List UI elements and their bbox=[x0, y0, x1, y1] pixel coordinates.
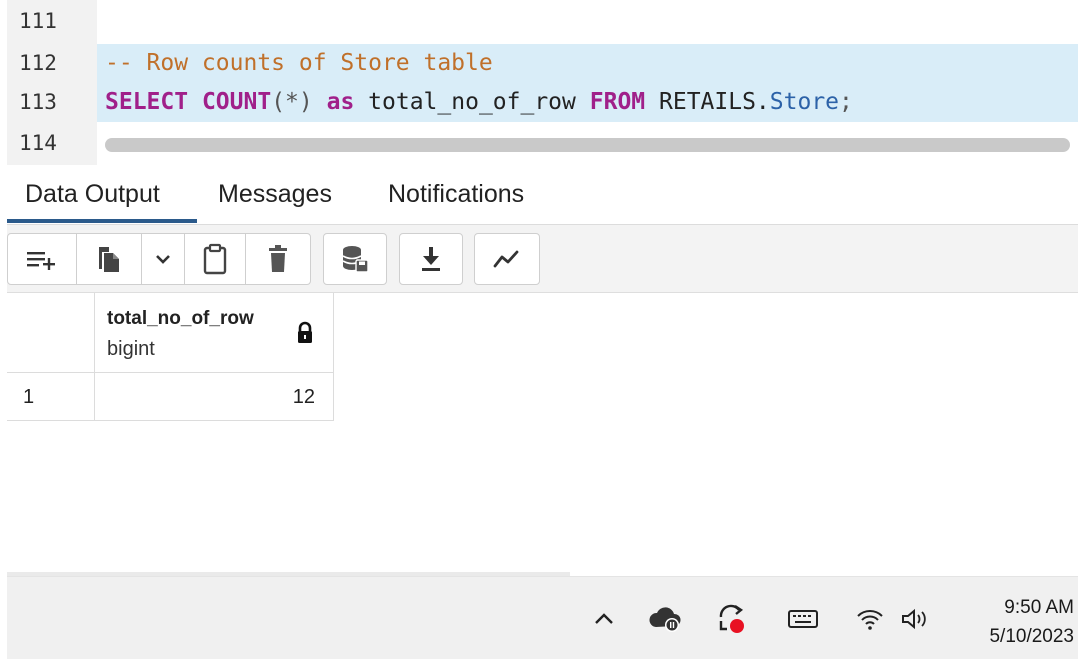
add-row-button[interactable] bbox=[8, 234, 76, 284]
sql-table-name: Store bbox=[769, 89, 840, 115]
table-cell[interactable]: 12 bbox=[95, 373, 334, 421]
chevron-down-icon bbox=[156, 255, 170, 264]
row-number-header[interactable] bbox=[7, 293, 95, 373]
add-row-icon bbox=[27, 252, 55, 270]
sql-schema: RETAILS. bbox=[659, 89, 770, 115]
edit-button-group bbox=[7, 233, 311, 285]
clock-date: 5/10/2023 bbox=[989, 626, 1074, 647]
download-icon bbox=[422, 247, 440, 271]
keyboard-icon bbox=[788, 609, 818, 628]
line-number: 114 bbox=[19, 131, 57, 155]
download-button[interactable] bbox=[399, 233, 463, 285]
tab-messages[interactable]: Messages bbox=[218, 165, 332, 223]
tab-notifications[interactable]: Notifications bbox=[388, 165, 524, 223]
code-line-111[interactable]: 111 bbox=[0, 2, 1078, 41]
graph-visualiser-button[interactable] bbox=[474, 233, 540, 285]
row-number[interactable]: 1 bbox=[7, 373, 95, 421]
onedrive-tray-button[interactable] bbox=[642, 577, 690, 659]
sync-icon bbox=[719, 604, 744, 633]
output-tabs: Data Output Messages Notifications bbox=[7, 165, 1078, 225]
line-number: 111 bbox=[19, 9, 57, 33]
save-data-button[interactable] bbox=[323, 233, 387, 285]
sql-punctuation: (*) bbox=[271, 89, 313, 115]
touch-keyboard-button[interactable] bbox=[777, 577, 829, 659]
sync-tray-button[interactable] bbox=[707, 577, 757, 659]
copy-icon bbox=[99, 247, 119, 272]
horizontal-scrollbar[interactable] bbox=[105, 138, 1070, 152]
code-line-112[interactable]: 112 -- Row counts of Store table bbox=[0, 44, 1078, 83]
data-output-toolbar bbox=[7, 225, 1078, 293]
chevron-up-icon bbox=[595, 612, 613, 624]
sql-semicolon: ; bbox=[839, 89, 853, 115]
onedrive-icon bbox=[649, 606, 681, 632]
paste-button[interactable] bbox=[185, 234, 245, 284]
windows-taskbar: 9:50 AM 5/10/2023 bbox=[7, 576, 1078, 659]
network-button[interactable] bbox=[850, 577, 890, 659]
copy-options-dropdown[interactable] bbox=[142, 234, 184, 284]
sql-keyword-as: as bbox=[326, 89, 355, 115]
sql-keyword-from: FROM bbox=[589, 89, 646, 115]
volume-button[interactable] bbox=[894, 577, 938, 659]
show-hidden-icons-button[interactable] bbox=[582, 577, 626, 659]
wifi-icon bbox=[857, 609, 883, 630]
paste-icon bbox=[203, 243, 227, 275]
line-number: 112 bbox=[19, 51, 57, 75]
column-type: bigint bbox=[107, 338, 155, 360]
line-number: 113 bbox=[19, 90, 57, 114]
code-text[interactable]: SELECT COUNT(*) as total_no_of_row FROM … bbox=[105, 83, 853, 122]
column-header[interactable]: total_no_of_row bigint bbox=[95, 293, 334, 373]
code-editor[interactable]: 111 112 -- Row counts of Store table 113… bbox=[0, 0, 1078, 165]
sql-function-count: COUNT bbox=[201, 89, 272, 115]
copy-button[interactable] bbox=[77, 234, 141, 284]
graph-icon bbox=[493, 250, 519, 268]
code-text[interactable]: -- Row counts of Store table bbox=[105, 44, 493, 83]
code-line-113[interactable]: 113 SELECT COUNT(*) as total_no_of_row F… bbox=[0, 83, 1078, 122]
clock-time: 9:50 AM bbox=[1004, 597, 1074, 618]
column-name: total_no_of_row bbox=[107, 308, 254, 329]
lock-icon bbox=[298, 321, 312, 343]
tab-data-output[interactable]: Data Output bbox=[7, 165, 197, 223]
sql-alias: total_no_of_row bbox=[368, 89, 576, 115]
sql-keyword-select: SELECT bbox=[105, 89, 189, 115]
taskbar-clock[interactable]: 9:50 AM 5/10/2023 bbox=[989, 593, 1074, 651]
delete-icon bbox=[269, 245, 287, 272]
sql-comment: -- Row counts of Store table bbox=[105, 50, 493, 76]
save-data-icon bbox=[342, 246, 369, 273]
volume-icon bbox=[902, 608, 926, 629]
delete-button[interactable] bbox=[246, 234, 310, 284]
